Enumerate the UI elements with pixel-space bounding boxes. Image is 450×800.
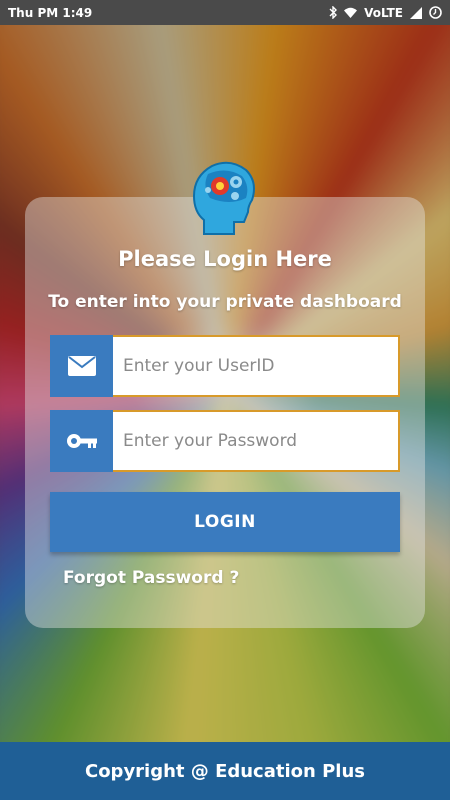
network-type: VoLTE bbox=[364, 5, 403, 20]
status-bar: Thu PM 1:49 VoLTE bbox=[0, 0, 450, 25]
status-time: Thu PM 1:49 bbox=[8, 5, 93, 20]
envelope-icon bbox=[50, 335, 113, 397]
wifi-icon bbox=[344, 7, 358, 18]
battery-icon bbox=[429, 6, 442, 19]
login-title: Please Login Here bbox=[118, 247, 332, 271]
password-input[interactable] bbox=[113, 410, 400, 472]
password-field bbox=[50, 410, 400, 472]
footer: Copyright @ Education Plus bbox=[0, 742, 450, 800]
brain-logo-icon bbox=[190, 160, 260, 236]
copyright-text: Copyright @ Education Plus bbox=[84, 760, 365, 782]
userid-field bbox=[50, 335, 400, 397]
bluetooth-icon bbox=[329, 6, 338, 19]
key-icon bbox=[50, 410, 113, 472]
forgot-password-link[interactable]: Forgot Password ? bbox=[63, 568, 239, 588]
login-subtitle: To enter into your private dashboard bbox=[48, 292, 402, 312]
login-button[interactable]: LOGIN bbox=[50, 492, 400, 552]
signal-icon bbox=[410, 6, 422, 19]
userid-input[interactable] bbox=[113, 335, 400, 397]
login-card: Please Login Here To enter into your pri… bbox=[25, 197, 425, 628]
status-icons: VoLTE bbox=[329, 6, 442, 20]
